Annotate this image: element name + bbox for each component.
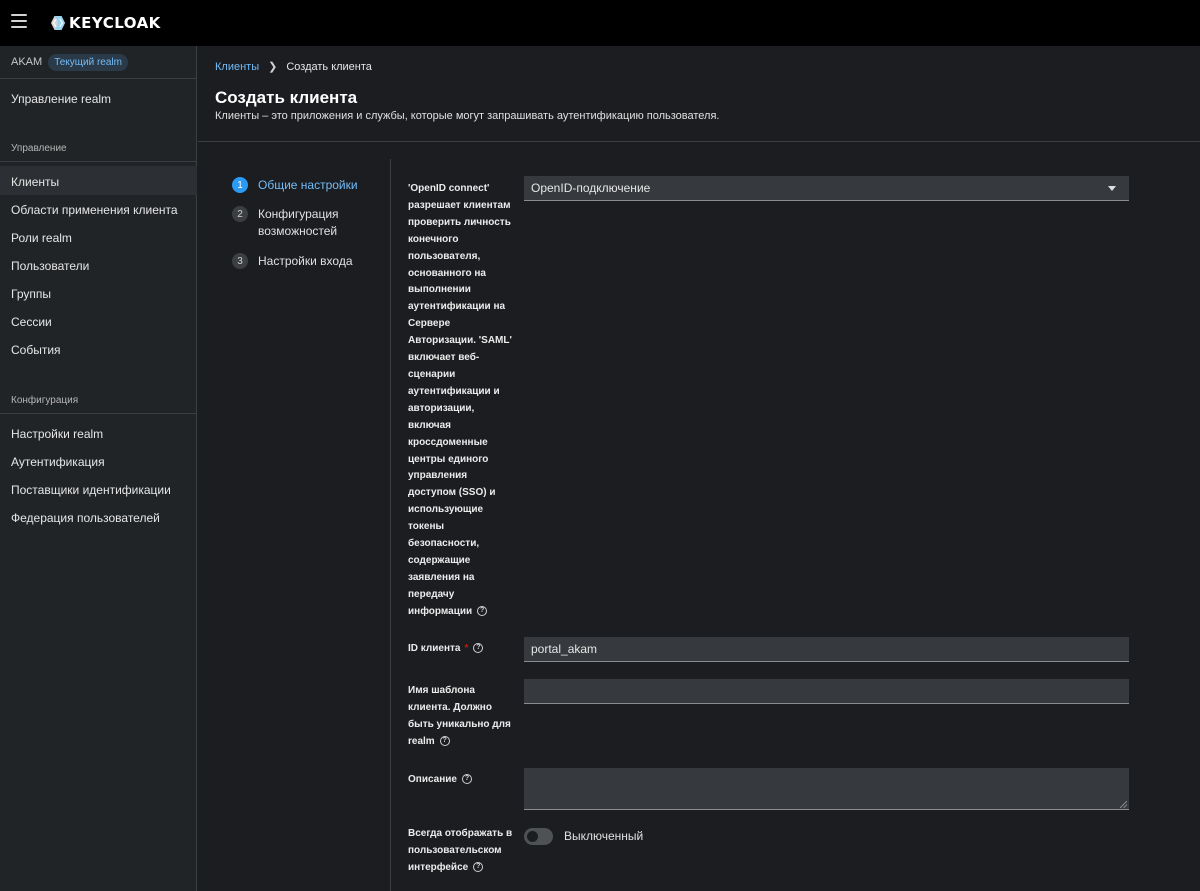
content-divider (198, 141, 1200, 142)
divider (0, 413, 197, 414)
hamburger-menu-icon[interactable] (11, 14, 27, 28)
sidebar-item-identity-providers[interactable]: Поставщики идентификации (11, 483, 171, 497)
always-display-state: Выключенный (564, 829, 644, 843)
section-heading-manage: Управление (11, 143, 67, 154)
masthead: KEYCLOAK (0, 0, 1200, 46)
step-number: 2 (232, 206, 248, 222)
toggle-knob (527, 831, 538, 842)
logo-text: KEYCLOAK (69, 14, 161, 32)
client-name-label: Имя шаблона клиента. Должно быть уникаль… (408, 683, 514, 751)
wizard-step-general-settings[interactable]: 1 Общие настройки (232, 177, 368, 194)
step-number: 3 (232, 253, 248, 269)
sidebar-item-groups[interactable]: Группы (11, 287, 51, 301)
step-number: 1 (232, 177, 248, 193)
breadcrumb: Клиенты ❯ Создать клиента (215, 60, 372, 74)
page-description: Клиенты – это приложения и службы, котор… (215, 110, 720, 122)
client-type-select[interactable]: OpenID-подключение (524, 176, 1129, 201)
wizard-step-capability-config[interactable]: 2 Конфигурация возможностей (232, 206, 358, 240)
step-label: Настройки входа (258, 254, 353, 268)
description-label-text: Описание (408, 774, 457, 785)
realm-selector[interactable]: AKAM Текущий realm (0, 46, 197, 79)
help-icon[interactable]: ? (439, 736, 450, 747)
breadcrumb-current: Создать клиента (286, 60, 372, 73)
sidebar-item-realm-settings[interactable]: Настройки realm (11, 427, 103, 441)
required-asterisk: * (464, 643, 469, 654)
step-label: Общие настройки (258, 178, 358, 192)
client-name-label-text: Имя шаблона клиента. Должно быть уникаль… (408, 685, 511, 747)
keycloak-logo[interactable]: KEYCLOAK (47, 12, 161, 34)
divider (0, 161, 197, 162)
always-display-toggle[interactable] (524, 828, 553, 845)
sidebar-item-users[interactable]: Пользователи (11, 259, 89, 273)
description-textarea[interactable] (524, 768, 1129, 810)
wizard-step-login-settings[interactable]: 3 Настройки входа (232, 253, 368, 270)
sidebar-item-realm-roles[interactable]: Роли realm (11, 231, 72, 245)
sidebar-item-events[interactable]: События (11, 343, 61, 357)
always-display-label: Всегда отображать в пользовательском инт… (408, 826, 514, 877)
client-type-selected-value: OpenID-подключение (531, 181, 651, 195)
help-icon[interactable]: ? (461, 774, 472, 785)
realm-name: AKAM (11, 56, 43, 68)
caret-down-icon (1108, 186, 1116, 191)
sidebar-item-authentication[interactable]: Аутентификация (11, 455, 105, 469)
sidebar-item-realm-settings-link[interactable]: Управление realm (11, 92, 111, 106)
wizard-nav-divider (390, 159, 391, 891)
section-heading-configure: Конфигурация (11, 395, 79, 406)
current-realm-badge: Текущий realm (48, 53, 128, 71)
keycloak-logo-icon (51, 16, 65, 30)
sidebar-item-client-scopes[interactable]: Области применения клиента (11, 203, 178, 217)
client-id-label-text: ID клиента (408, 643, 461, 654)
client-type-label: 'OpenID connect' разрешает клиентам пров… (408, 181, 514, 621)
sidebar: AKAM Текущий realm Управление realm Упра… (0, 46, 197, 891)
client-name-input[interactable] (524, 679, 1129, 704)
step-label: Конфигурация возможностей (258, 207, 339, 238)
help-icon[interactable]: ? (473, 643, 484, 654)
sidebar-item-clients[interactable]: Клиенты (11, 175, 59, 189)
client-id-label: ID клиента *? (408, 641, 514, 658)
sidebar-item-user-federation[interactable]: Федерация пользователей (11, 511, 160, 525)
description-label: Описание? (408, 772, 514, 789)
resize-grip-icon[interactable] (1120, 801, 1127, 808)
chevron-right-icon: ❯ (268, 61, 278, 73)
client-id-input[interactable] (524, 637, 1129, 662)
always-display-label-text: Всегда отображать в пользовательском инт… (408, 828, 513, 873)
sidebar-item-sessions[interactable]: Сессии (11, 315, 52, 329)
help-icon[interactable]: ? (473, 862, 484, 873)
page-title: Создать клиента (215, 88, 358, 107)
client-type-label-text: 'OpenID connect' разрешает клиентам пров… (408, 183, 512, 617)
breadcrumb-clients-link[interactable]: Клиенты (215, 61, 259, 73)
help-icon[interactable]: ? (477, 606, 488, 617)
